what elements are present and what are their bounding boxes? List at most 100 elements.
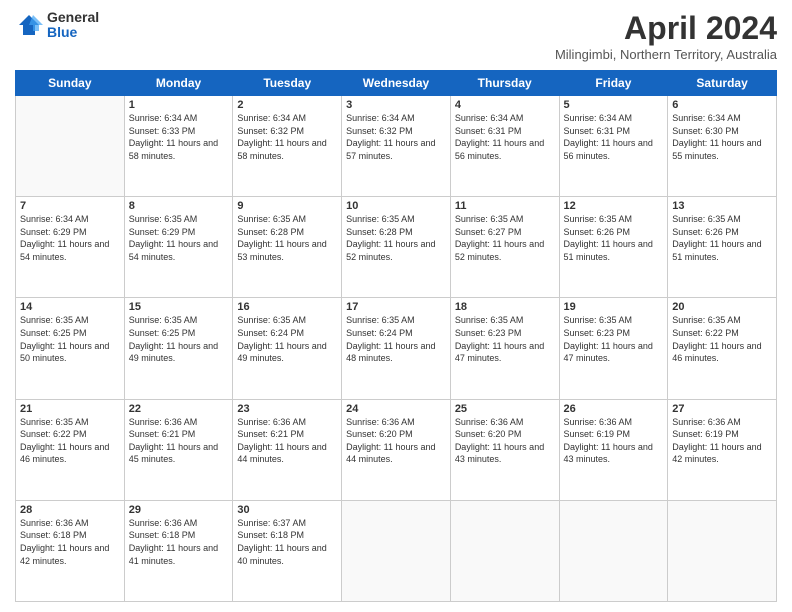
table-row (16, 96, 125, 197)
calendar-header-row: Sunday Monday Tuesday Wednesday Thursday… (16, 71, 777, 96)
table-row: 14 Sunrise: 6:35 AMSunset: 6:25 PMDaylig… (16, 298, 125, 399)
table-row: 19 Sunrise: 6:35 AMSunset: 6:23 PMDaylig… (559, 298, 668, 399)
day-info: Sunrise: 6:35 AMSunset: 6:23 PMDaylight:… (564, 315, 653, 363)
table-row: 30 Sunrise: 6:37 AMSunset: 6:18 PMDaylig… (233, 500, 342, 601)
day-number: 11 (455, 200, 555, 212)
table-row: 7 Sunrise: 6:34 AMSunset: 6:29 PMDayligh… (16, 197, 125, 298)
day-number: 3 (346, 99, 446, 111)
table-row: 23 Sunrise: 6:36 AMSunset: 6:21 PMDaylig… (233, 399, 342, 500)
table-row: 16 Sunrise: 6:35 AMSunset: 6:24 PMDaylig… (233, 298, 342, 399)
table-row: 2 Sunrise: 6:34 AMSunset: 6:32 PMDayligh… (233, 96, 342, 197)
day-number: 24 (346, 403, 446, 415)
table-row: 29 Sunrise: 6:36 AMSunset: 6:18 PMDaylig… (124, 500, 233, 601)
day-number: 29 (129, 504, 229, 516)
day-info: Sunrise: 6:35 AMSunset: 6:24 PMDaylight:… (237, 315, 326, 363)
logo-blue-text: Blue (47, 25, 99, 40)
day-number: 10 (346, 200, 446, 212)
table-row (668, 500, 777, 601)
logo: General Blue (15, 10, 99, 41)
day-number: 27 (672, 403, 772, 415)
day-info: Sunrise: 6:36 AMSunset: 6:18 PMDaylight:… (20, 518, 109, 566)
logo-text: General Blue (47, 10, 99, 41)
day-number: 8 (129, 200, 229, 212)
calendar-week-row: 28 Sunrise: 6:36 AMSunset: 6:18 PMDaylig… (16, 500, 777, 601)
day-number: 17 (346, 301, 446, 313)
table-row: 5 Sunrise: 6:34 AMSunset: 6:31 PMDayligh… (559, 96, 668, 197)
day-number: 12 (564, 200, 664, 212)
day-number: 20 (672, 301, 772, 313)
day-number: 6 (672, 99, 772, 111)
day-info: Sunrise: 6:36 AMSunset: 6:20 PMDaylight:… (455, 417, 544, 465)
day-info: Sunrise: 6:35 AMSunset: 6:29 PMDaylight:… (129, 214, 218, 262)
calendar-table: Sunday Monday Tuesday Wednesday Thursday… (15, 70, 777, 602)
table-row (342, 500, 451, 601)
day-number: 30 (237, 504, 337, 516)
col-wednesday: Wednesday (342, 71, 451, 96)
table-row: 10 Sunrise: 6:35 AMSunset: 6:28 PMDaylig… (342, 197, 451, 298)
table-row: 25 Sunrise: 6:36 AMSunset: 6:20 PMDaylig… (450, 399, 559, 500)
day-info: Sunrise: 6:36 AMSunset: 6:19 PMDaylight:… (564, 417, 653, 465)
day-info: Sunrise: 6:35 AMSunset: 6:22 PMDaylight:… (672, 315, 761, 363)
col-tuesday: Tuesday (233, 71, 342, 96)
day-info: Sunrise: 6:35 AMSunset: 6:28 PMDaylight:… (346, 214, 435, 262)
table-row: 15 Sunrise: 6:35 AMSunset: 6:25 PMDaylig… (124, 298, 233, 399)
day-number: 1 (129, 99, 229, 111)
day-info: Sunrise: 6:36 AMSunset: 6:21 PMDaylight:… (129, 417, 218, 465)
day-number: 18 (455, 301, 555, 313)
day-info: Sunrise: 6:36 AMSunset: 6:21 PMDaylight:… (237, 417, 326, 465)
day-info: Sunrise: 6:34 AMSunset: 6:31 PMDaylight:… (564, 113, 653, 161)
day-info: Sunrise: 6:35 AMSunset: 6:25 PMDaylight:… (129, 315, 218, 363)
main-title: April 2024 (555, 10, 777, 47)
col-monday: Monday (124, 71, 233, 96)
day-number: 4 (455, 99, 555, 111)
day-number: 19 (564, 301, 664, 313)
table-row: 24 Sunrise: 6:36 AMSunset: 6:20 PMDaylig… (342, 399, 451, 500)
table-row: 20 Sunrise: 6:35 AMSunset: 6:22 PMDaylig… (668, 298, 777, 399)
day-info: Sunrise: 6:35 AMSunset: 6:24 PMDaylight:… (346, 315, 435, 363)
table-row (450, 500, 559, 601)
day-info: Sunrise: 6:35 AMSunset: 6:27 PMDaylight:… (455, 214, 544, 262)
table-row: 3 Sunrise: 6:34 AMSunset: 6:32 PMDayligh… (342, 96, 451, 197)
day-info: Sunrise: 6:34 AMSunset: 6:32 PMDaylight:… (346, 113, 435, 161)
table-row: 12 Sunrise: 6:35 AMSunset: 6:26 PMDaylig… (559, 197, 668, 298)
table-row: 13 Sunrise: 6:35 AMSunset: 6:26 PMDaylig… (668, 197, 777, 298)
subtitle: Milingimbi, Northern Territory, Australi… (555, 47, 777, 62)
table-row: 11 Sunrise: 6:35 AMSunset: 6:27 PMDaylig… (450, 197, 559, 298)
day-info: Sunrise: 6:35 AMSunset: 6:26 PMDaylight:… (672, 214, 761, 262)
table-row: 21 Sunrise: 6:35 AMSunset: 6:22 PMDaylig… (16, 399, 125, 500)
col-sunday: Sunday (16, 71, 125, 96)
day-number: 9 (237, 200, 337, 212)
table-row: 8 Sunrise: 6:35 AMSunset: 6:29 PMDayligh… (124, 197, 233, 298)
day-number: 25 (455, 403, 555, 415)
table-row: 1 Sunrise: 6:34 AMSunset: 6:33 PMDayligh… (124, 96, 233, 197)
day-info: Sunrise: 6:35 AMSunset: 6:22 PMDaylight:… (20, 417, 109, 465)
table-row (559, 500, 668, 601)
day-info: Sunrise: 6:34 AMSunset: 6:33 PMDaylight:… (129, 113, 218, 161)
table-row: 9 Sunrise: 6:35 AMSunset: 6:28 PMDayligh… (233, 197, 342, 298)
day-info: Sunrise: 6:34 AMSunset: 6:30 PMDaylight:… (672, 113, 761, 161)
table-row: 22 Sunrise: 6:36 AMSunset: 6:21 PMDaylig… (124, 399, 233, 500)
col-saturday: Saturday (668, 71, 777, 96)
table-row: 28 Sunrise: 6:36 AMSunset: 6:18 PMDaylig… (16, 500, 125, 601)
header: General Blue April 2024 Milingimbi, Nort… (15, 10, 777, 62)
calendar-week-row: 7 Sunrise: 6:34 AMSunset: 6:29 PMDayligh… (16, 197, 777, 298)
day-info: Sunrise: 6:36 AMSunset: 6:20 PMDaylight:… (346, 417, 435, 465)
day-number: 22 (129, 403, 229, 415)
calendar-week-row: 14 Sunrise: 6:35 AMSunset: 6:25 PMDaylig… (16, 298, 777, 399)
day-number: 16 (237, 301, 337, 313)
table-row: 26 Sunrise: 6:36 AMSunset: 6:19 PMDaylig… (559, 399, 668, 500)
day-info: Sunrise: 6:36 AMSunset: 6:18 PMDaylight:… (129, 518, 218, 566)
table-row: 6 Sunrise: 6:34 AMSunset: 6:30 PMDayligh… (668, 96, 777, 197)
day-number: 2 (237, 99, 337, 111)
day-number: 5 (564, 99, 664, 111)
logo-icon (15, 11, 43, 39)
day-number: 15 (129, 301, 229, 313)
day-number: 21 (20, 403, 120, 415)
day-info: Sunrise: 6:34 AMSunset: 6:31 PMDaylight:… (455, 113, 544, 161)
day-number: 13 (672, 200, 772, 212)
day-number: 14 (20, 301, 120, 313)
day-info: Sunrise: 6:36 AMSunset: 6:19 PMDaylight:… (672, 417, 761, 465)
table-row: 4 Sunrise: 6:34 AMSunset: 6:31 PMDayligh… (450, 96, 559, 197)
day-info: Sunrise: 6:37 AMSunset: 6:18 PMDaylight:… (237, 518, 326, 566)
day-info: Sunrise: 6:34 AMSunset: 6:32 PMDaylight:… (237, 113, 326, 161)
